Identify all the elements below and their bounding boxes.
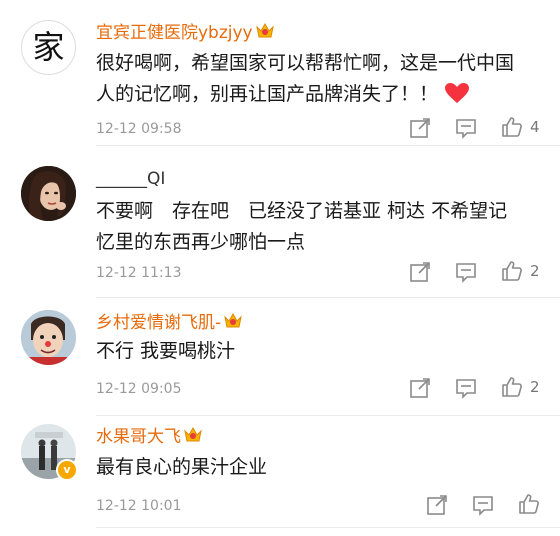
comment-time: 12-12 10:01 xyxy=(96,498,182,514)
avatar[interactable]: v xyxy=(21,424,78,481)
share-icon[interactable] xyxy=(426,494,448,516)
crown-badge-icon xyxy=(223,312,243,330)
comment-icon[interactable] xyxy=(472,494,494,516)
comment-text-line: 很好喝啊，希望国家可以帮帮忙啊，这是一代中国 xyxy=(96,52,515,74)
verified-badge-text: v xyxy=(63,463,71,476)
comment-text: 不要啊 存在吧 已经没了诺基亚 柯达 不希望记 忆里的东西再少哪怕一点 xyxy=(96,196,546,258)
comment-icon[interactable] xyxy=(455,117,477,139)
comment-text-line: 最有良心的果汁企业 xyxy=(96,456,268,478)
commenter-name-text[interactable]: 宜宾正健医院ybzjyy xyxy=(96,23,253,43)
share-icon[interactable] xyxy=(409,261,431,283)
comment-time: 12-12 11:13 xyxy=(96,265,182,281)
like-count: 2 xyxy=(530,262,540,280)
heart-icon xyxy=(444,82,470,104)
commenter-name[interactable]: 宜宾正健医院ybzjyy xyxy=(96,22,275,44)
divider xyxy=(96,527,560,528)
like-icon[interactable] xyxy=(501,116,523,138)
comment-text-line: 不行 我要喝桃汁 xyxy=(96,340,236,362)
like-count: 2 xyxy=(530,378,540,396)
comment-text-segment: 人的记忆啊，别再让国产品牌消失了！！ xyxy=(96,83,439,105)
verified-badge-icon: v xyxy=(56,459,78,481)
commenter-name[interactable]: ______QI xyxy=(96,168,165,190)
comment-time: 12-12 09:05 xyxy=(96,381,182,397)
like-icon[interactable] xyxy=(501,260,523,282)
avatar[interactable] xyxy=(21,166,76,221)
comment-item: 乡村爱情谢飞肌- 不行 我要喝桃汁 12-12 09:05 2 xyxy=(0,298,560,416)
comment-text-line: 不要啊 存在吧 已经没了诺基亚 柯达 不希望记 xyxy=(96,200,508,222)
comment-item: ______QI 不要啊 存在吧 已经没了诺基亚 柯达 不希望记 忆里的东西再少… xyxy=(0,146,560,298)
comment-text-line: 人的记忆啊，别再让国产品牌消失了！！ xyxy=(96,79,546,110)
crown-badge-icon xyxy=(255,22,275,40)
like-icon[interactable] xyxy=(501,376,523,398)
avatar[interactable] xyxy=(21,310,76,365)
share-icon[interactable] xyxy=(409,117,431,139)
commenter-name-text[interactable]: 水果哥大飞 xyxy=(96,427,181,447)
comment-text: 很好喝啊，希望国家可以帮帮忙啊，这是一代中国 人的记忆啊，别再让国产品牌消失了！… xyxy=(96,48,546,110)
comment-text: 最有良心的果汁企业 xyxy=(96,452,546,483)
avatar[interactable]: 家 xyxy=(21,20,76,75)
comment-text: 不行 我要喝桃汁 xyxy=(96,336,546,367)
comment-icon[interactable] xyxy=(455,261,477,283)
comment-icon[interactable] xyxy=(455,377,477,399)
comment-item: 家 宜宾正健医院ybzjyy 很好喝啊，希望国家可以帮帮忙啊，这是一代中国 人的… xyxy=(0,0,560,146)
avatar-glyph: 家 xyxy=(32,28,65,66)
like-count: 4 xyxy=(530,118,540,136)
commenter-name[interactable]: 水果哥大飞 xyxy=(96,426,203,448)
crown-badge-icon xyxy=(183,426,203,444)
commenter-name-text[interactable]: 乡村爱情谢飞肌- xyxy=(96,313,221,333)
share-icon[interactable] xyxy=(409,377,431,399)
like-icon[interactable] xyxy=(518,493,540,515)
commenter-name[interactable]: 乡村爱情谢飞肌- xyxy=(96,312,243,334)
comment-time: 12-12 09:58 xyxy=(96,121,182,137)
comment-text-line: 忆里的东西再少哪怕一点 xyxy=(96,231,306,253)
comment-item: v 水果哥大飞 最有良心的果汁企业 12-12 10:01 xyxy=(0,416,560,528)
